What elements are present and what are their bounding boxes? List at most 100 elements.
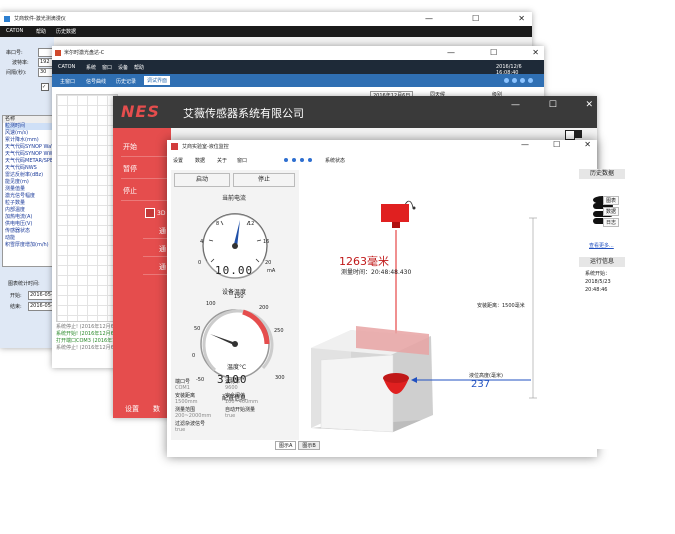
menu-settings[interactable]: 设置 — [173, 157, 183, 164]
list-item[interactable]: 加热电流(A) — [5, 214, 55, 221]
list-item[interactable]: 供电电压(V) — [5, 221, 55, 228]
tab-history[interactable]: 历史记录 — [116, 78, 136, 85]
maximize-icon[interactable]: ☐ — [553, 140, 560, 149]
list-item[interactable]: 能见度(m) — [5, 179, 55, 186]
maximize-icon[interactable]: ☐ — [472, 14, 479, 23]
stop-button[interactable]: 停止 — [121, 182, 171, 201]
minimize-icon[interactable]: — — [521, 140, 529, 149]
stop-button[interactable]: 停止 — [233, 173, 295, 187]
list-item[interactable]: 积雪厚度增加(m/h) — [5, 242, 55, 249]
mode-box[interactable] — [145, 208, 155, 218]
param-list: 名称 粒测时间 风速(m/s) 累计降水(mm) 天气代码SYNOP WaWa 天气代码… — [2, 115, 56, 267]
company-title: 艾薇传感器系统有限公司 — [183, 107, 304, 120]
list-item[interactable]: 测量值量 — [5, 186, 55, 193]
close-icon[interactable]: ✕ — [584, 140, 591, 149]
theme-swatch-dark[interactable] — [574, 130, 582, 138]
more-link[interactable]: 查看更多... — [589, 242, 614, 249]
tab-debug[interactable]: 调试界面 — [144, 76, 171, 85]
log-line: 系统开始! (2016年12月6 — [56, 331, 114, 337]
history-panel: 历史数据 图表 数据 日志 查看更多... 运行信息 系统开始：2018/5/2… — [579, 169, 627, 449]
list-item[interactable]: 传感器状态 — [5, 228, 55, 235]
config-item: 过滤杂波信号 true — [175, 421, 206, 433]
list-item[interactable]: 天气代码METAR/SPECI — [5, 158, 55, 165]
list-item[interactable]: 天气代码SYNOP WaWa — [5, 144, 55, 151]
minimize-icon[interactable]: — — [447, 48, 455, 57]
list-item[interactable]: 天气代码SYNOP WW — [5, 151, 55, 158]
maximize-icon[interactable]: ☐ — [490, 48, 497, 57]
app-icon — [55, 50, 61, 56]
start-button[interactable]: 启动 — [174, 173, 230, 187]
window-controls: — ☐ ✕ — [447, 48, 539, 57]
config-item: 波特率 9600 — [225, 379, 241, 391]
checkbox[interactable]: ✓ — [41, 83, 49, 91]
title-bar: 艾商实验室-液位监控 — ☐ ✕ — [167, 140, 597, 154]
menu-help[interactable]: 帮助 — [36, 28, 46, 35]
menu-window[interactable]: 窗口 — [102, 64, 112, 71]
gauge1-tick-1: 4 — [200, 239, 204, 245]
gauge1-tick-4: 16 — [263, 239, 270, 245]
close-icon[interactable]: ✕ — [518, 14, 525, 23]
menu-bar: CATON 系统 窗口 设备 帮助 2016/12/6 16:08:40 — [52, 60, 544, 76]
tab-view-b[interactable]: 图示B — [298, 441, 320, 450]
list-item[interactable]: 风速(m/s) — [5, 130, 55, 137]
window-title: 艾商软件-激光测滴漫仪 — [14, 16, 66, 22]
pause-button[interactable]: 暂停 — [121, 160, 171, 179]
system-status-label: 系统状态 — [325, 158, 346, 164]
minimize-icon[interactable]: — — [425, 14, 433, 23]
start-field[interactable]: 2016-05- — [28, 291, 55, 300]
interval-label: 间隔(秒): — [6, 70, 27, 76]
menu-device[interactable]: 设备 — [118, 64, 128, 71]
settings-link[interactable]: 设置 — [125, 404, 139, 414]
menu-history[interactable]: 历史数据 — [56, 28, 76, 35]
menu-data[interactable]: 数据 — [195, 157, 205, 164]
menu-about[interactable]: 关于 — [217, 157, 227, 164]
close-icon[interactable]: ✕ — [585, 100, 593, 110]
tab-signal[interactable]: 信号曲线 — [86, 78, 106, 85]
list-item[interactable]: 内部温度 — [5, 207, 55, 214]
menu-bar: 设置 数据 关于 窗口 系统状态 — [167, 154, 597, 166]
log-line: 打开端口COM3 (2016年12 — [56, 338, 119, 344]
menu-caton[interactable]: CATON — [6, 28, 23, 34]
list-item[interactable]: 动能 — [5, 235, 55, 242]
end-label: 结束: — [10, 304, 22, 310]
list-item[interactable]: 粒测时间 — [5, 123, 55, 130]
nes-logo: NES — [121, 102, 160, 121]
measure-time: 测量时间：20:48:48.430 — [341, 269, 412, 276]
list-item[interactable]: 累计降水(mm) — [5, 137, 55, 144]
tank-illustration — [311, 200, 537, 433]
minimize-icon[interactable]: — — [511, 100, 520, 110]
menu-window[interactable]: 窗口 — [237, 157, 247, 164]
maximize-icon[interactable]: ☐ — [549, 100, 557, 110]
list-item[interactable]: 粒子数量 — [5, 200, 55, 207]
list-item[interactable]: 激光信号幅度 — [5, 193, 55, 200]
history-link-data[interactable]: 数据 — [603, 207, 620, 216]
start-button[interactable]: 开始 — [121, 138, 171, 157]
end-field[interactable]: 2016-05- — [28, 302, 55, 311]
port-label: 串口号: — [6, 50, 23, 56]
data-link[interactable]: 数 — [153, 404, 160, 414]
history-link-chart[interactable]: 图表 — [603, 196, 620, 205]
log-line: 系统停止! (2016年12月6 — [56, 324, 114, 330]
list-item[interactable]: 雷达反射率(dBz) — [5, 172, 55, 179]
config-item: 安全阈值 100~400mm — [225, 393, 259, 405]
window-controls: — ☐ ✕ — [511, 100, 593, 110]
baud-label: 波特率: — [12, 60, 29, 66]
list-item[interactable]: 天气代码NWS — [5, 165, 55, 172]
close-icon[interactable]: ✕ — [532, 48, 539, 57]
window-controls: — ☐ ✕ — [425, 14, 525, 23]
scene-tabs: 图示A 图示B — [275, 441, 320, 450]
history-title: 历史数据 — [579, 169, 625, 179]
current-value: 10.00 — [215, 264, 254, 277]
connection-dots — [284, 158, 312, 162]
menu-system[interactable]: 系统 — [86, 64, 96, 71]
menu-help[interactable]: 帮助 — [134, 64, 144, 71]
tab-view-a[interactable]: 图示A — [275, 441, 297, 450]
config-item: 测量范围 200~2000mm — [175, 407, 212, 419]
gauge2-tick-5: 200 — [259, 305, 269, 311]
gauge2-tick-4: 150 — [234, 294, 244, 300]
gauge1-tick-2: 8 — [216, 221, 220, 227]
history-link-log[interactable]: 日志 — [603, 218, 620, 227]
chart-grid — [56, 94, 118, 322]
tab-main[interactable]: 主窗口 — [60, 78, 75, 85]
menu-caton[interactable]: CATON — [58, 64, 75, 70]
